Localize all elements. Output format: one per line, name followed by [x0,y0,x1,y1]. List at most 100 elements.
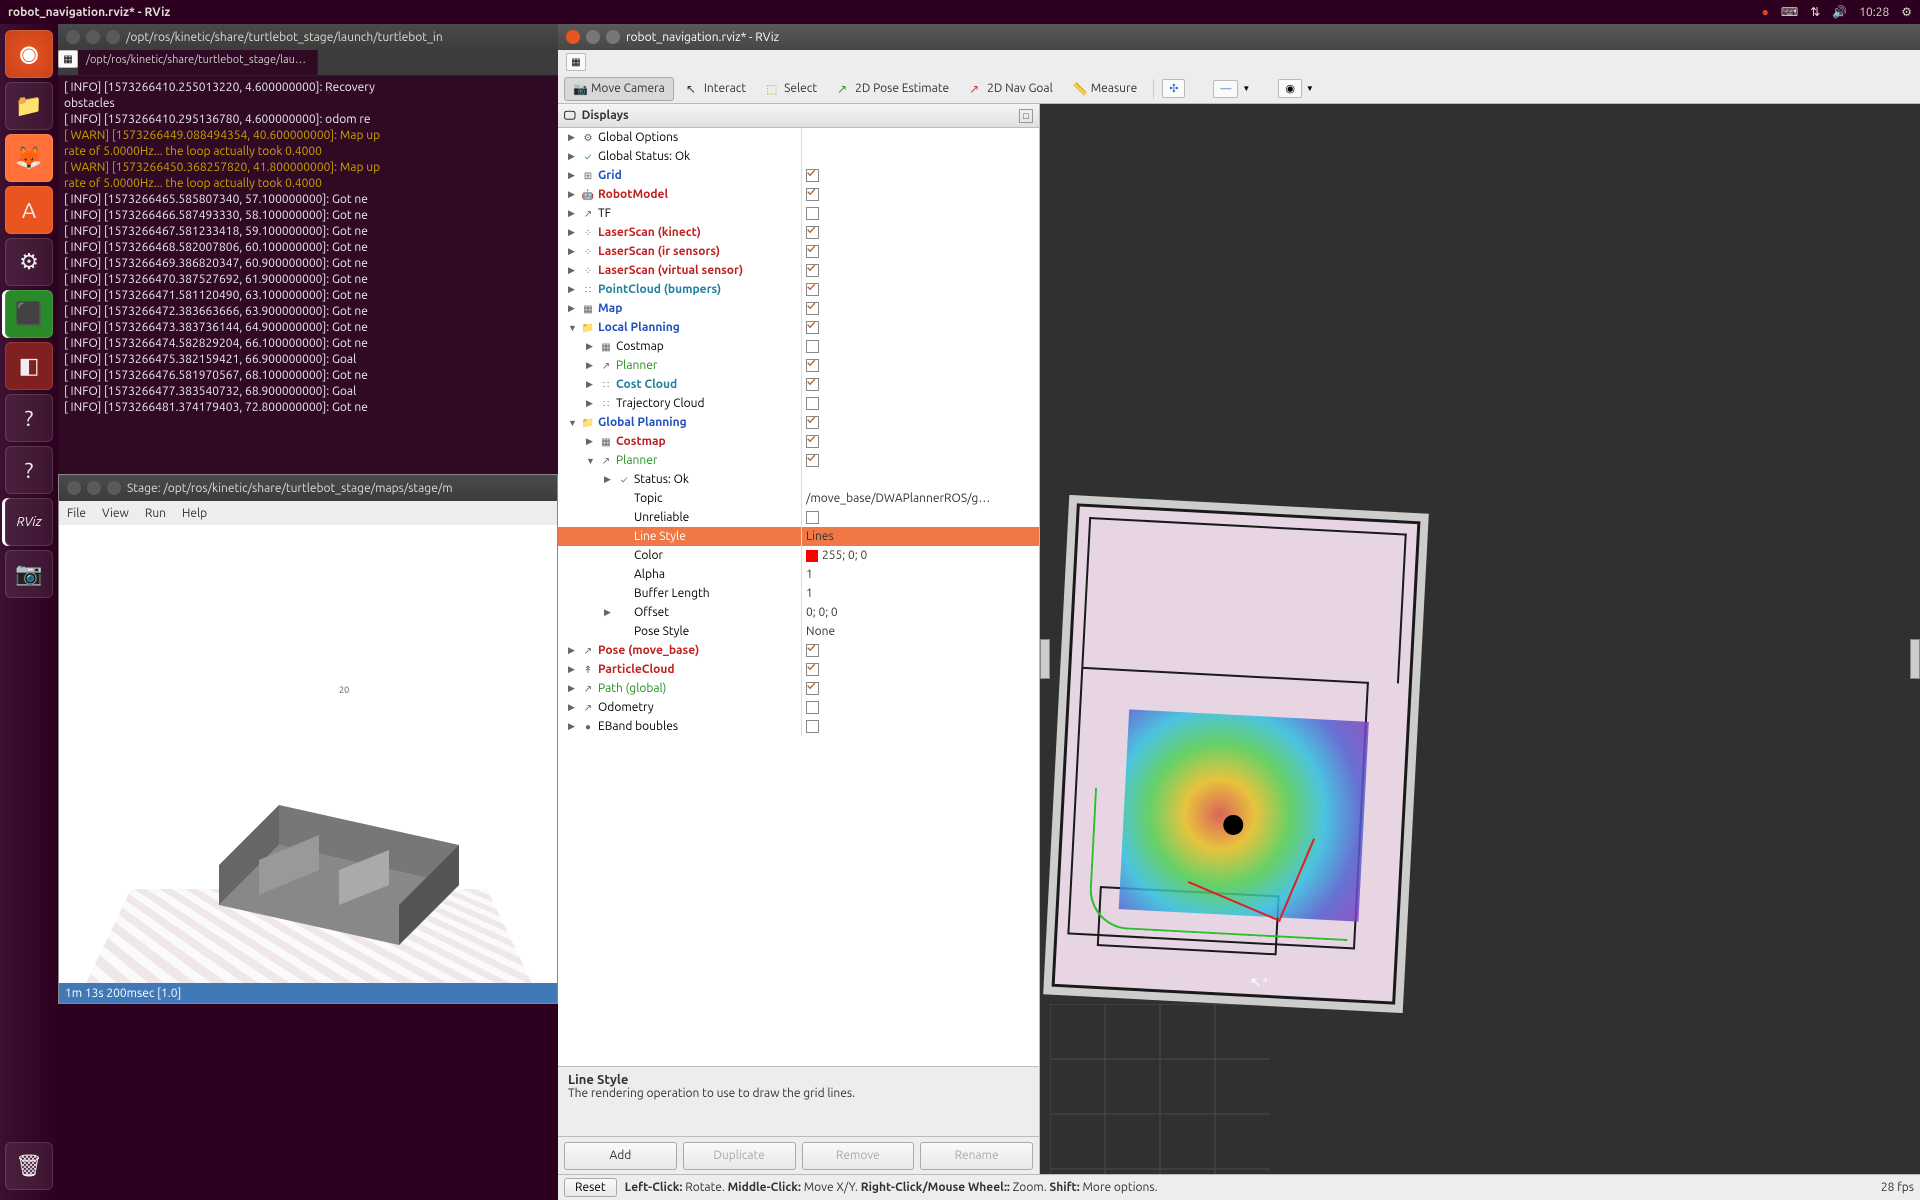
menu-help[interactable]: Help [182,507,207,520]
rename-button[interactable]: Rename [920,1142,1033,1170]
stage-viewport[interactable]: 20 10 [59,525,557,983]
tree-row[interactable]: Buffer Length1 [558,584,1039,603]
new-tab-button[interactable]: ▦ [58,50,78,68]
terminal-output[interactable]: [ INFO] [1573266410.255013220, 4.6000000… [58,76,558,474]
panel-drag-handle[interactable] [1910,639,1920,679]
menu-view[interactable]: View [102,507,129,520]
keyboard-icon[interactable]: ⌨ [1781,5,1798,19]
launcher-settings[interactable]: ⚙ [5,238,53,286]
tree-row[interactable]: ▶∷Trajectory Cloud [558,394,1039,413]
tree-row[interactable]: Topic/move_base/DWAPlannerROS/g… [558,489,1039,508]
tree-row[interactable]: ▼📁Local Planning [558,318,1039,337]
displays-panel: 🖵 Displays □ ▶⚙Global Options▶✓Global St… [558,104,1040,1174]
tree-row[interactable]: ▶↗Odometry [558,698,1039,717]
remove-button[interactable]: Remove [802,1142,915,1170]
tree-row[interactable]: ▶⁘LaserScan (virtual sensor) [558,261,1039,280]
gear-icon[interactable]: ⚙ [1901,5,1912,19]
tree-row[interactable]: Line StyleLines [558,527,1039,546]
tree-row[interactable]: Color255; 0; 0 [558,546,1039,565]
minimize-icon[interactable] [86,30,100,44]
tree-row[interactable]: ▶▦Costmap [558,432,1039,451]
reset-button[interactable]: Reset [564,1178,617,1197]
terminal-tab-1[interactable]: /opt/ros/kinetic/share/turtlebot_stage/l… [78,50,318,75]
tool-2d-nav-goal[interactable]: ↗2D Nav Goal [961,78,1061,100]
volume-icon[interactable]: 🔊 [1832,5,1847,19]
tool-measure[interactable]: 📏Measure [1065,78,1145,100]
terminal-titlebar[interactable]: /opt/ros/kinetic/share/turtlebot_stage/l… [58,24,558,50]
minimize-icon[interactable] [87,481,101,495]
remove-display-button[interactable]: — [1213,80,1238,98]
tree-row[interactable]: ▶🤖RobotModel [558,185,1039,204]
record-icon[interactable]: ● [1762,5,1769,19]
tree-row[interactable]: ▶⚙Global Options [558,128,1039,147]
tree-row[interactable]: ▶✓Status: Ok [558,470,1039,489]
map-display [1043,495,1429,1013]
rviz-statusbar: Reset Left-Click: Rotate. Middle-Click: … [558,1174,1920,1200]
tree-row[interactable]: Pose StyleNone [558,622,1039,641]
close-icon[interactable] [566,30,580,44]
maximize-icon[interactable] [606,30,620,44]
launcher-rviz[interactable]: RViz [5,498,53,546]
tree-row[interactable]: ▼📁Global Planning [558,413,1039,432]
launcher-help1[interactable]: ? [5,394,53,442]
launcher-help2[interactable]: ? [5,446,53,494]
cursor-icon: ↖ [686,82,700,96]
displays-header[interactable]: 🖵 Displays □ [558,104,1039,128]
tree-row[interactable]: Alpha1 [558,565,1039,584]
tree-row[interactable]: ▶⁘LaserScan (ir sensors) [558,242,1039,261]
tree-row[interactable]: Unreliable [558,508,1039,527]
close-panel-icon[interactable]: □ [1019,109,1033,123]
stage-titlebar[interactable]: Stage: /opt/ros/kinetic/share/turtlebot_… [59,475,557,501]
tool-2d-pose-estimate[interactable]: ↗2D Pose Estimate [829,78,957,100]
launcher-terminal[interactable]: ⬛ [5,290,53,338]
displays-tree[interactable]: ▶⚙Global Options▶✓Global Status: Ok▶⊞Gri… [558,128,1039,1066]
rviz-toolbar: 📷Move Camera ↖Interact ⬚Select ↗2D Pose … [558,74,1920,104]
tree-row[interactable]: ▶↗Planner [558,356,1039,375]
tree-row[interactable]: ▶∷Cost Cloud [558,375,1039,394]
network-icon[interactable]: ⇅ [1810,5,1820,19]
menu-file[interactable]: File [67,507,86,520]
tree-row[interactable]: ▶⊞Grid [558,166,1039,185]
terminal-window: /opt/ros/kinetic/share/turtlebot_stage/l… [58,24,558,474]
grid-overlay [1050,1004,1270,1174]
launcher-trash[interactable]: 🗑 [5,1142,53,1190]
tree-row[interactable]: ▶⁘LaserScan (kinect) [558,223,1039,242]
tool-interact[interactable]: ↖Interact [678,78,754,100]
view-button[interactable]: ◉ [1278,79,1302,98]
tree-row[interactable]: ▶↗Path (global) [558,679,1039,698]
launcher-firefox[interactable]: 🦊 [5,134,53,182]
tree-row[interactable]: ▶▦Costmap [558,337,1039,356]
menu-run[interactable]: Run [145,507,166,520]
launcher-files[interactable]: 📁 [5,82,53,130]
unity-launcher: ◉ 📁 🦊 A ⚙ ⬛ ◧ ? ? RViz 📷 🗑 [0,24,58,1200]
minimize-icon[interactable] [586,30,600,44]
launcher-recorder[interactable]: 📷 [5,550,53,598]
panel-drag-handle[interactable] [1040,639,1050,679]
tool-move-camera[interactable]: 📷Move Camera [564,77,674,101]
tree-row[interactable]: ▶∷PointCloud (bumpers) [558,280,1039,299]
close-icon[interactable] [66,30,80,44]
tree-row[interactable]: ▶Offset0; 0; 0 [558,603,1039,622]
tree-row[interactable]: ▶●EBand boubles [558,717,1039,736]
launcher-software[interactable]: A [5,186,53,234]
tree-row[interactable]: ▶↟ParticleCloud [558,660,1039,679]
tree-row[interactable]: ▶✓Global Status: Ok [558,147,1039,166]
tool-select[interactable]: ⬚Select [758,78,825,100]
duplicate-button[interactable]: Duplicate [683,1142,796,1170]
menu-toggle-icon[interactable]: ▦ [566,53,586,71]
add-display-button[interactable]: ✣ [1162,79,1185,98]
launcher-app1[interactable]: ◧ [5,342,53,390]
tree-row[interactable]: ▶▦Map [558,299,1039,318]
tree-row[interactable]: ▶↗TF [558,204,1039,223]
rviz-titlebar[interactable]: robot_navigation.rviz* - RViz [558,24,1920,50]
displays-title: Displays [582,109,629,122]
clock[interactable]: 10:28 [1859,6,1889,19]
maximize-icon[interactable] [106,30,120,44]
close-icon[interactable] [67,481,81,495]
tree-row[interactable]: ▼↗Planner [558,451,1039,470]
add-button[interactable]: Add [564,1142,677,1170]
tree-row[interactable]: ▶↗Pose (move_base) [558,641,1039,660]
launcher-dash[interactable]: ◉ [5,30,53,78]
maximize-icon[interactable] [107,481,121,495]
rviz-3d-viewport[interactable]: ↖⁺ [1040,104,1920,1174]
